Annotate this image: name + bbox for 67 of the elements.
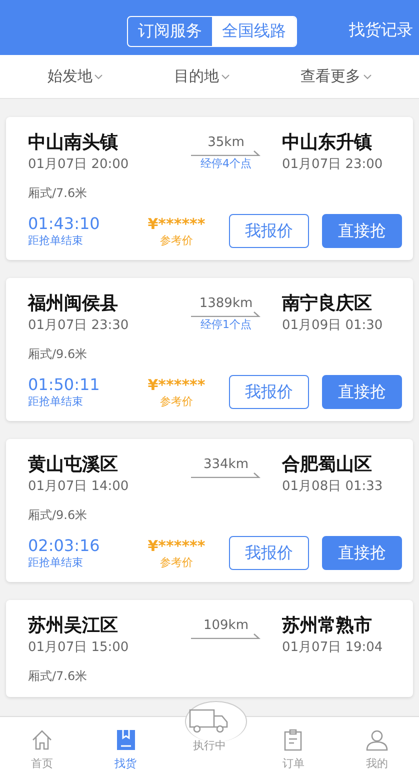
countdown-label: 距抢单结束: [28, 233, 84, 248]
tab-item[interactable]: 执行中: [168, 707, 252, 779]
quote-button[interactable]: 我报价: [229, 214, 309, 248]
clipboard-icon: [284, 729, 302, 751]
departure-time: 01月07日 23:30: [28, 317, 130, 334]
grab-button[interactable]: 直接抢: [322, 536, 402, 570]
countdown-timer: 02:03:16: [28, 536, 101, 555]
distance-label: 334km: [203, 457, 248, 472]
order-card[interactable]: 苏州吴江区 01月07日 15:00 109km 苏州常熟市 01月07日 19:04 厢式/7.6米: [6, 600, 413, 697]
reference-price: ¥******: [148, 214, 206, 232]
destination-city: 合肥蜀山区: [282, 453, 373, 477]
departure-time: 01月07日 14:00: [28, 478, 130, 495]
countdown-label: 距抢单结束: [28, 394, 84, 409]
reference-price: ¥******: [148, 376, 206, 394]
price-label: 参考价: [160, 394, 193, 408]
origin-city: 福州闽侯县: [28, 292, 119, 316]
segment-tab[interactable]: 订阅服务: [128, 17, 212, 46]
arrival-time: 01月07日 23:00: [282, 156, 384, 173]
vehicle-type: 厢式/7.6米: [28, 185, 88, 202]
origin-city: 苏州吴江区: [28, 614, 119, 638]
order-card[interactable]: 中山南头镇 01月07日 20:00 35km 经停4个点 中山东升镇 01月07日 23:00 厢式/7.6米 01:43:10 距抢单结束 ¥****** 参考价 我报价 直接抢: [6, 117, 413, 260]
destination-city: 南宁良庆区: [282, 292, 373, 316]
order-card[interactable]: 黄山屯溪区 01月07日 14:00 334km 合肥蜀山区 01月08日 01:33 厢式/9.6米 02:03:16 距抢单结束 ¥****** 参考价 我报价 直接抢: [6, 439, 413, 582]
departure-time: 01月07日 15:00: [28, 639, 130, 656]
origin-city: 黄山屯溪区: [28, 453, 119, 477]
filter-dropdown[interactable]: 始发地: [41, 66, 110, 87]
countdown-timer: 01:43:10: [28, 214, 101, 233]
chevron-down-icon: [220, 74, 230, 80]
reference-price: ¥******: [148, 536, 206, 554]
filter-dropdown[interactable]: 查看更多: [294, 66, 378, 87]
person-icon: [366, 729, 388, 751]
arrival-time: 01月07日 19:04: [282, 639, 384, 656]
arrival-time: 01月08日 01:33: [282, 478, 384, 495]
bookmark-icon: [116, 729, 136, 751]
tab-item[interactable]: 首页: [0, 717, 84, 779]
history-link[interactable]: 找货记录: [349, 20, 413, 41]
distance-label: 1389km: [199, 296, 253, 311]
tab-item[interactable]: 订单: [251, 717, 336, 779]
countdown-label: 距抢单结束: [28, 555, 84, 570]
vehicle-type: 厢式/9.6米: [28, 507, 88, 524]
departure-time: 01月07日 20:00: [28, 156, 130, 173]
grab-button[interactable]: 直接抢: [322, 214, 402, 248]
tab-item[interactable]: 我的: [335, 717, 419, 779]
price-label: 参考价: [160, 232, 193, 248]
vehicle-type: 厢式/7.6米: [28, 668, 88, 685]
distance-label: 35km: [208, 135, 244, 150]
countdown-timer: 01:50:11: [28, 375, 101, 394]
segment-tab[interactable]: 全国线路: [212, 17, 296, 46]
stops-label: 经停4个点: [200, 156, 252, 171]
tab-item[interactable]: 找货: [84, 717, 168, 779]
truck-icon: [189, 708, 230, 734]
home-icon: [30, 729, 53, 751]
quote-button[interactable]: 我报价: [229, 375, 309, 409]
distance-label: 109km: [203, 618, 248, 633]
vehicle-type: 厢式/9.6米: [28, 346, 88, 363]
price-label: 参考价: [160, 554, 193, 570]
quote-button[interactable]: 我报价: [229, 536, 309, 570]
chevron-down-icon: [94, 74, 104, 80]
destination-city: 中山东升镇: [282, 131, 373, 155]
origin-city: 中山南头镇: [28, 131, 119, 155]
filter-dropdown[interactable]: 目的地: [168, 66, 236, 87]
chevron-down-icon: [362, 74, 372, 80]
order-card[interactable]: 福州闽侯县 01月07日 23:30 1389km 经停1个点 南宁良庆区 01月09日 01:30 厢式/9.6米 01:50:11 距抢单结束 ¥****** 参考价 我报价 直接抢: [6, 278, 413, 421]
grab-button[interactable]: 直接抢: [322, 375, 402, 409]
destination-city: 苏州常熟市: [282, 614, 373, 638]
stops-label: 经停1个点: [200, 317, 252, 332]
arrival-time: 01月09日 01:30: [282, 317, 384, 334]
